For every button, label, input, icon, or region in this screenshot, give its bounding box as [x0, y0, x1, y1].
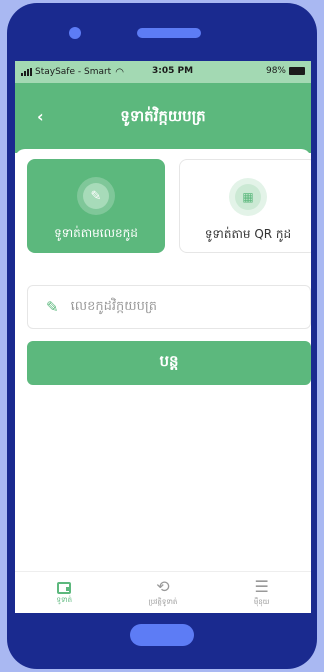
tab-history[interactable]: ⟲ ប្រវត្តិទូទាត់	[114, 572, 213, 613]
pen-icon: ✎	[46, 298, 59, 316]
battery-percent: 98%	[265, 66, 286, 76]
tab-label-pay: ទូទាត់	[56, 596, 73, 604]
menu-icon: ☰	[254, 576, 269, 596]
battery-indicator: 98%	[266, 66, 305, 76]
page-title: ទូទាត់វិក្កយបត្រ	[120, 107, 206, 125]
continue-button[interactable]: បន្ត	[27, 341, 311, 385]
app-screen: StaySafe - Smart ◠ 3:05 PM 98% ‹ ទូទាត់វ…	[15, 61, 311, 613]
wifi-icon: ◠	[115, 66, 124, 78]
status-time: 3:05 PM	[152, 66, 194, 76]
carrier-name: StaySafe - Smart	[35, 67, 112, 77]
phone-frame: StaySafe - Smart ◠ 3:05 PM 98% ‹ ទូទាត់វ…	[7, 3, 317, 669]
method-card-qr[interactable]: ▦ ទូទាត់តាម QR កូដ	[179, 159, 311, 253]
history-icon: ⟲	[156, 576, 170, 596]
signal-icon	[21, 68, 32, 76]
method-label-qr: ទូទាត់តាម QR កូដ	[204, 227, 292, 241]
status-bar: StaySafe - Smart ◠ 3:05 PM 98%	[15, 61, 311, 83]
method-card-code[interactable]: ✎ ទូទាត់តាមលេខកូដ	[27, 159, 165, 253]
top-bar: StaySafe - Smart ◠ 3:05 PM 98% ‹ ទូទាត់វ…	[15, 61, 311, 153]
invoice-code-input[interactable]: ✎ លេខកូដវិក្កយបត្រ	[27, 285, 311, 329]
tab-menu[interactable]: ☰ ម៉ឺនុយ	[212, 572, 311, 613]
bottom-tab-bar: ទូទាត់ ⟲ ប្រវត្តិទូទាត់ ☰ ម៉ឺនុយ	[15, 571, 311, 613]
speaker-bar	[137, 28, 201, 38]
page-header: ‹ ទូទាត់វិក្កយបត្រ	[15, 83, 311, 153]
tab-label-menu: ម៉ឺនុយ	[253, 597, 270, 606]
tab-pay[interactable]: ទូទាត់	[15, 572, 114, 613]
wallet-icon	[57, 582, 72, 594]
method-label-code: ទូទាត់តាមលេខកូដ	[54, 226, 138, 240]
qr-code-icon: ▦	[229, 178, 267, 216]
edit-icon: ✎	[77, 177, 115, 215]
content-sheet: ✎ ទូទាត់តាមលេខកូដ ▦ ទូទាត់តាម QR កូដ ✎ ល…	[15, 149, 311, 613]
tab-label-history: ប្រវត្តិទូទាត់	[148, 597, 178, 606]
input-placeholder: លេខកូដវិក្កយបត្រ	[70, 298, 157, 314]
camera-dot	[69, 27, 81, 39]
home-button[interactable]	[130, 624, 194, 646]
chevron-left-icon[interactable]: ‹	[37, 107, 44, 126]
battery-icon	[289, 67, 305, 75]
